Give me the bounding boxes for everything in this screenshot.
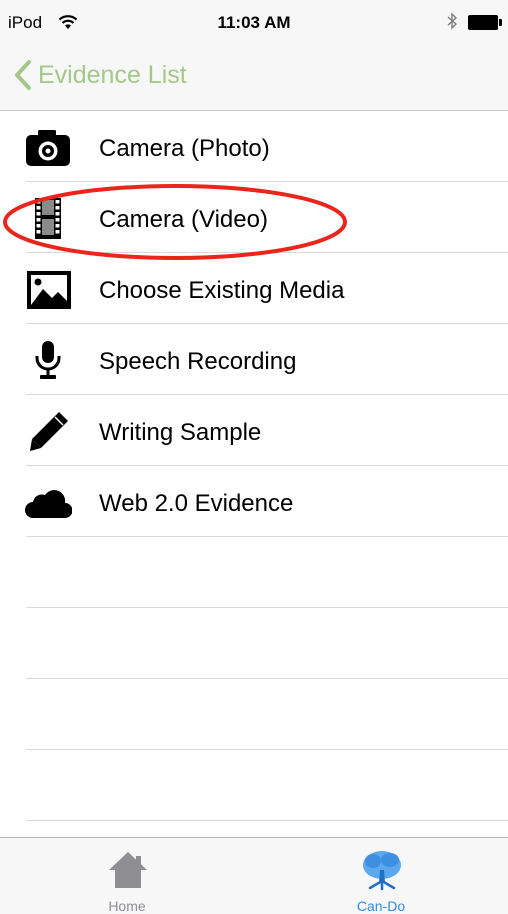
status-bar: iPod 11:03 AM xyxy=(0,0,508,40)
microphone-icon xyxy=(35,341,61,379)
tree-icon xyxy=(363,851,401,891)
option-label: Web 2.0 Evidence xyxy=(99,490,294,517)
option-label: Camera (Photo) xyxy=(99,135,270,162)
tab-home-label: Home xyxy=(108,898,146,914)
option-choose-existing-media[interactable]: Choose Existing Media xyxy=(0,253,508,324)
tab-can-do-label: Can-Do xyxy=(356,898,406,914)
option-web-evidence[interactable]: Web 2.0 Evidence xyxy=(0,466,508,537)
film-strip-icon xyxy=(35,198,61,239)
option-speech-recording[interactable]: Speech Recording xyxy=(0,324,508,395)
image-icon xyxy=(27,271,71,309)
option-camera-video[interactable]: Camera (Video) xyxy=(0,182,508,253)
row-divider xyxy=(26,820,508,821)
option-label: Camera (Video) xyxy=(99,206,268,233)
status-time: 11:03 AM xyxy=(217,13,291,32)
back-label: Evidence List xyxy=(38,60,187,89)
option-label: Choose Existing Media xyxy=(99,277,345,304)
tab-can-do[interactable]: Can-Do xyxy=(254,838,508,914)
option-label: Writing Sample xyxy=(99,419,262,446)
back-button[interactable]: Evidence List xyxy=(12,58,187,92)
pencil-icon xyxy=(30,412,68,451)
tab-bar: Home Can-Do xyxy=(0,837,508,914)
option-label: Speech Recording xyxy=(99,348,297,375)
option-camera-photo[interactable]: Camera (Photo) xyxy=(0,111,508,182)
cloud-icon xyxy=(25,490,72,518)
tab-home[interactable]: Home xyxy=(0,838,254,914)
empty-row xyxy=(0,608,508,679)
camera-icon xyxy=(26,130,70,166)
battery-icon xyxy=(468,15,502,30)
empty-row xyxy=(0,679,508,750)
empty-row xyxy=(0,537,508,608)
option-writing-sample[interactable]: Writing Sample xyxy=(0,395,508,466)
navigation-bar: Evidence List xyxy=(0,40,508,111)
bluetooth-icon xyxy=(447,12,457,30)
evidence-type-list: Camera (Photo) Camera (Video) Choose Exi… xyxy=(0,111,508,821)
house-icon xyxy=(109,852,147,888)
empty-row xyxy=(0,750,508,821)
chevron-left-icon xyxy=(15,60,31,90)
